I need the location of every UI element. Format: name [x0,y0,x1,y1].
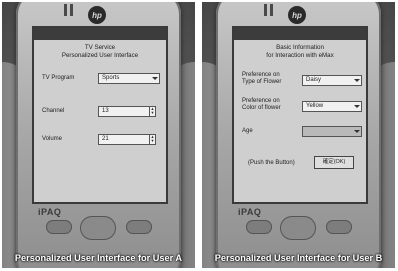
flower-color-dropdown[interactable]: Yellow [302,101,362,112]
window-title: Basic Information for Interaction with e… [234,44,366,59]
volume-label: Volume [42,136,63,142]
hardware-button[interactable] [326,220,352,234]
tv-program-label: TV Program [42,75,75,81]
window-title-line-2: Personalized User Interface [61,51,139,59]
tv-program-dropdown[interactable]: Sports [98,73,160,84]
flower-type-row: Preference on Type of Flower Daisy [242,72,362,90]
speaker-grille [264,4,267,16]
chevron-down-icon [354,105,360,108]
window-title-line-1: TV Service [84,44,116,51]
pda-device: hp TV Service Personalized User Interfac… [16,2,181,268]
photo-user-b: hp Basic Information for Interaction wit… [202,2,395,268]
panel-divider [196,0,201,271]
stepper-arrows-icon[interactable]: ▲ ▼ [149,135,155,144]
pda-screen: TV Service Personalized User Interface T… [32,26,168,204]
volume-stepper[interactable]: 21 ▲ ▼ [98,134,156,145]
pda-screen: Basic Information for Interaction with e… [232,26,368,204]
pda-device: hp Basic Information for Interaction wit… [216,2,381,268]
age-dropdown[interactable] [302,126,362,137]
flower-type-label: Preference on Type of Flower [242,72,282,85]
tv-program-row: TV Program Sports [42,73,162,85]
age-label: Age [242,128,253,134]
hp-logo: hp [288,6,306,24]
flower-color-label: Preference on Color of flower [242,98,281,111]
volume-row: Volume 21 ▲ ▼ [42,134,162,146]
flower-color-value: Yellow [306,103,324,109]
dpad-button[interactable] [280,216,316,240]
channel-stepper[interactable]: 13 ▲ ▼ [98,106,156,117]
hardware-button[interactable] [246,220,272,234]
ipaq-label: iPAQ [38,207,62,217]
dpad-button[interactable] [80,216,116,240]
tv-program-value: Sports [102,75,120,81]
chevron-down-icon [354,79,360,82]
ipaq-label: iPAQ [238,207,262,217]
caption-user-a: Personalized User Interface for User A [14,253,183,263]
os-title-bar [34,28,166,40]
hp-logo: hp [88,6,106,24]
photo-user-a: hp TV Service Personalized User Interfac… [2,2,195,268]
chevron-down-icon [354,130,360,133]
window-title-line-2: for Interaction with eMax [266,51,334,59]
speaker-grille [270,4,273,16]
speaker-grille [70,4,73,16]
age-row: Age [242,126,362,138]
hardware-button[interactable] [46,220,72,234]
os-title-bar [234,28,366,40]
speaker-grille [64,4,67,16]
flower-type-dropdown[interactable]: Daisy [302,75,362,86]
stepper-arrows-icon[interactable]: ▲ ▼ [149,107,155,116]
window-title: TV Service Personalized User Interface [34,44,166,59]
ok-button[interactable]: 確定(OK) [314,156,354,169]
flower-type-value: Daisy [306,77,322,83]
channel-row: Channel 13 ▲ ▼ [42,106,162,118]
channel-label: Channel [42,108,65,114]
flower-color-row: Preference on Color of flower Yellow [242,98,362,116]
caption-user-b: Personalized User Interface for User B [214,253,383,263]
chevron-down-icon [152,77,158,80]
volume-value: 21 [102,136,109,142]
channel-value: 13 [102,108,109,114]
window-title-line-1: Basic Information [276,44,324,51]
push-hint: (Push the Button) [248,160,295,166]
hardware-button[interactable] [126,220,152,234]
